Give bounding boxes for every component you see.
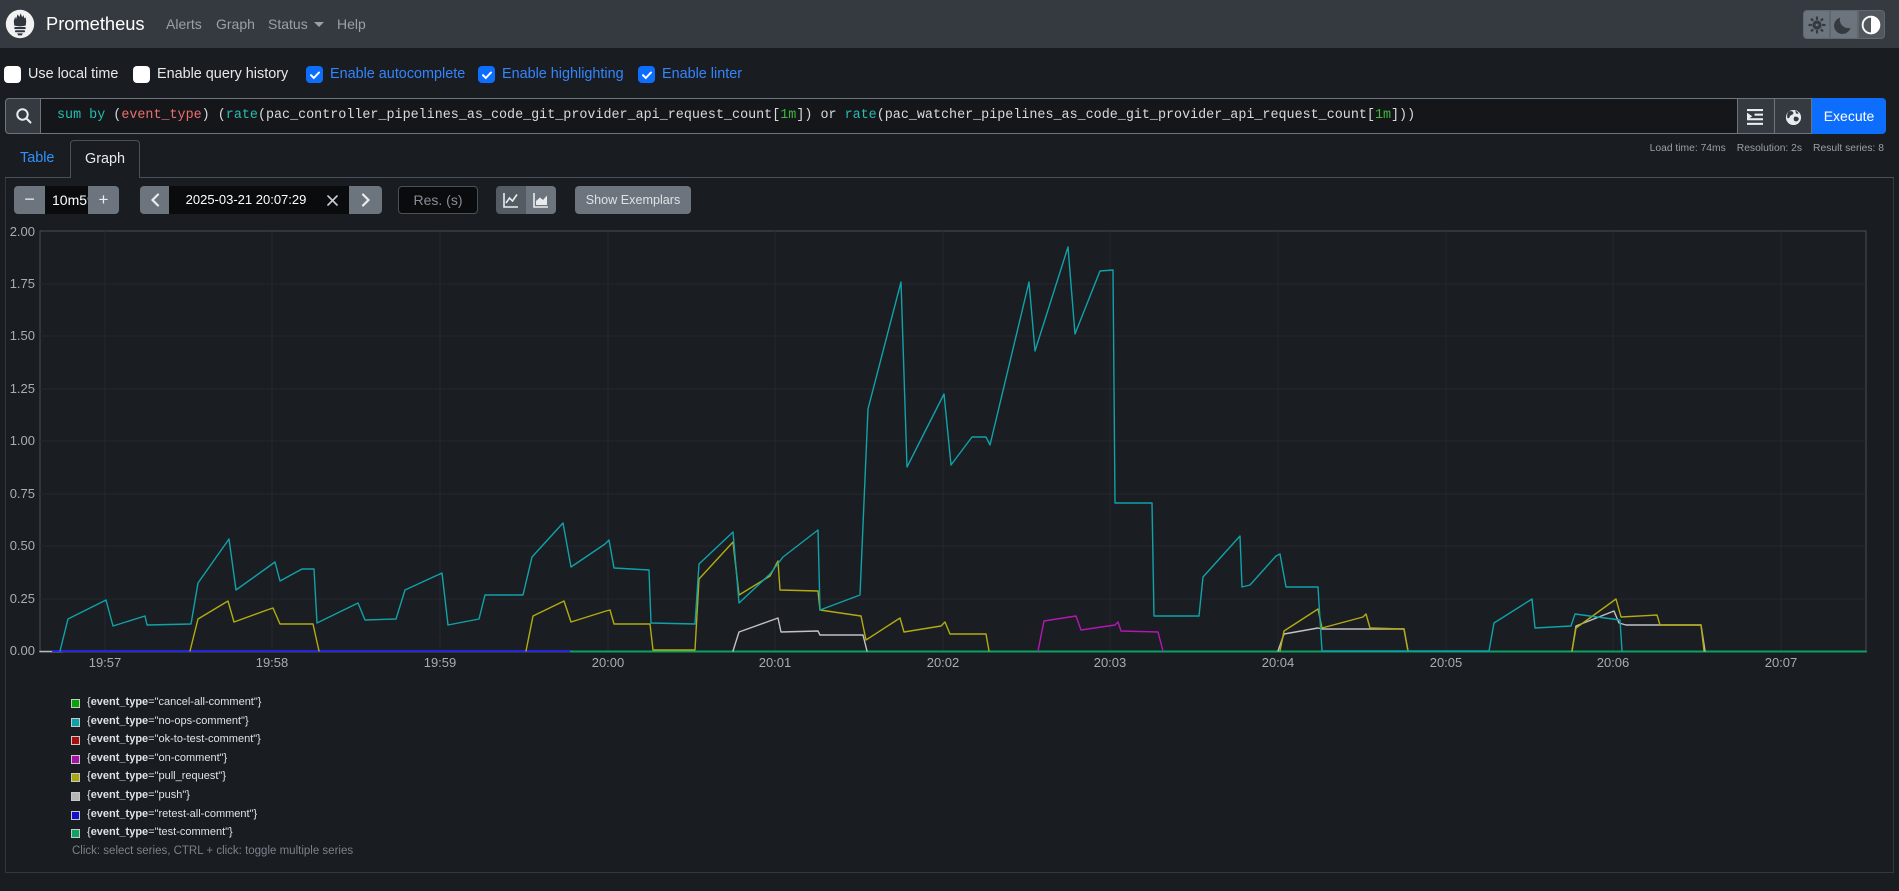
svg-text:19:58: 19:58 (256, 655, 289, 670)
svg-text:0.00: 0.00 (10, 643, 35, 658)
svg-text:0.75: 0.75 (10, 486, 35, 501)
svg-text:20:03: 20:03 (1094, 655, 1127, 670)
svg-text:20:05: 20:05 (1430, 655, 1463, 670)
svg-text:0.50: 0.50 (10, 538, 35, 553)
svg-text:19:57: 19:57 (89, 655, 122, 670)
svg-text:20:04: 20:04 (1262, 655, 1295, 670)
svg-text:19:59: 19:59 (424, 655, 457, 670)
svg-text:20:02: 20:02 (927, 655, 960, 670)
svg-text:1.00: 1.00 (10, 433, 35, 448)
svg-text:20:07: 20:07 (1765, 655, 1798, 670)
svg-text:1.25: 1.25 (10, 381, 35, 396)
svg-text:20:01: 20:01 (759, 655, 792, 670)
svg-text:0.25: 0.25 (10, 591, 35, 606)
svg-text:1.50: 1.50 (10, 328, 35, 343)
svg-text:2.00: 2.00 (10, 224, 35, 239)
svg-text:1.75: 1.75 (10, 276, 35, 291)
svg-text:20:00: 20:00 (592, 655, 625, 670)
svg-text:20:06: 20:06 (1597, 655, 1630, 670)
